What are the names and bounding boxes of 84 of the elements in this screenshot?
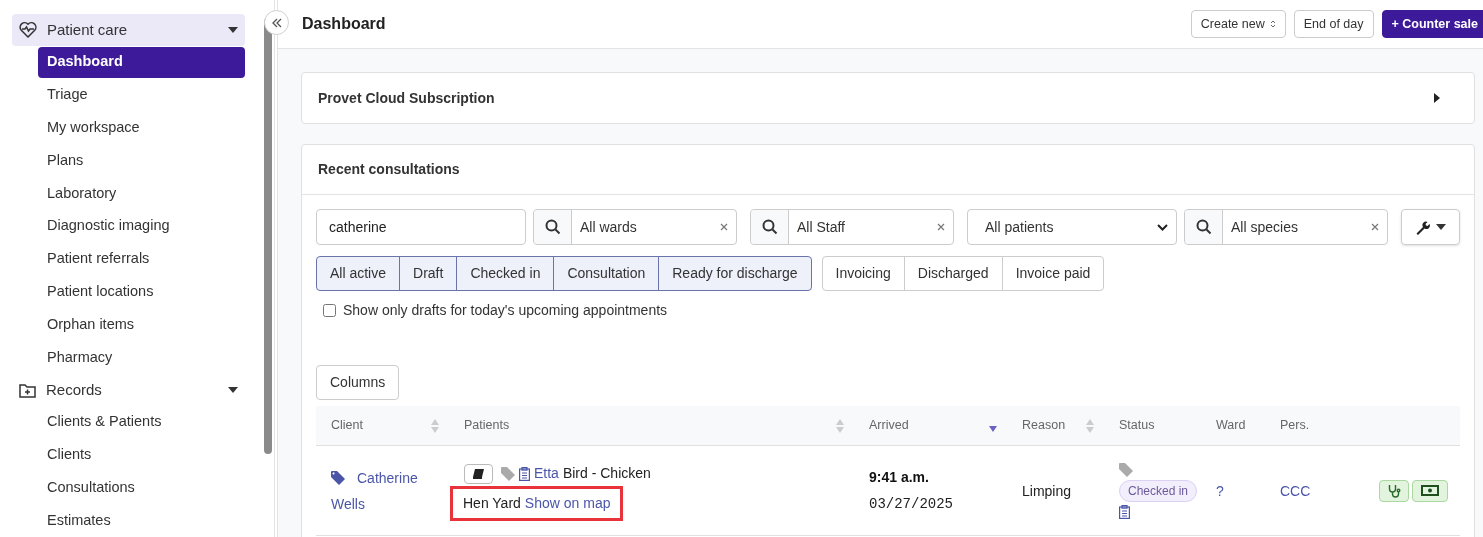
folder-plus-icon: [19, 381, 36, 398]
search-icon: [761, 219, 778, 235]
double-chevron-left-icon: [270, 16, 283, 29]
cash-button[interactable]: [1412, 479, 1448, 502]
sidebar-item[interactable]: Orphan items: [38, 309, 245, 341]
location-text: Hen Yard: [463, 494, 521, 513]
sidebar-item[interactable]: Diagnostic imaging: [38, 210, 245, 242]
banknote-icon: [1421, 485, 1439, 496]
sidebar-item[interactable]: My workspace: [38, 112, 245, 144]
column-header[interactable]: Pers.: [1280, 416, 1345, 435]
patients-select[interactable]: All patients: [967, 209, 1177, 245]
sidebar-item[interactable]: Triage: [38, 79, 245, 111]
personnel-link[interactable]: CCC: [1280, 482, 1311, 499]
sidebar-item[interactable]: Consultations: [38, 472, 245, 504]
heart-pulse-icon: [19, 21, 37, 39]
filter-combobox[interactable]: All species: [1184, 209, 1388, 245]
status-filter-button[interactable]: Invoice paid: [1001, 256, 1105, 291]
stethoscope-button[interactable]: [1379, 479, 1409, 502]
filter-combobox[interactable]: All Staff: [750, 209, 954, 245]
header-button[interactable]: Create new: [1190, 10, 1286, 38]
sidebar-item[interactable]: Estimates: [38, 505, 245, 536]
search-field[interactable]: catherine: [316, 209, 526, 245]
caret-down-icon: [228, 26, 238, 33]
sidebar-item[interactable]: Clients: [38, 439, 245, 471]
caret-right-icon: [1434, 93, 1440, 103]
patient-species: Bird - Chicken: [562, 464, 651, 483]
patient-link[interactable]: Etta: [534, 463, 559, 484]
subscription-panel[interactable]: Provet Cloud Subscription: [301, 72, 1475, 124]
search-icon: [544, 219, 561, 235]
map-link[interactable]: Show on map: [524, 493, 611, 514]
header-button[interactable]: End of day: [1293, 10, 1374, 38]
sidebar-item[interactable]: Patient referrals: [38, 243, 245, 275]
page-title: Dashboard: [302, 14, 387, 34]
sidebar-item[interactable]: Laboratory: [38, 178, 245, 209]
column-header[interactable]: Status: [1119, 416, 1191, 435]
arrival-date: 03/27/2025: [869, 494, 954, 514]
status-badge: Checked in: [1119, 479, 1198, 502]
notebook-button[interactable]: [464, 463, 493, 484]
tag-icon: [1119, 462, 1133, 477]
panel-title: Recent consultations: [318, 160, 460, 179]
status-filter-button[interactable]: Draft: [399, 256, 458, 291]
status-filter-button[interactable]: All active: [316, 256, 401, 291]
column-header[interactable]: Client: [331, 416, 431, 435]
sidebar-section-header[interactable]: Records: [12, 373, 245, 406]
column-header[interactable]: Ward: [1216, 416, 1255, 435]
filter-combobox[interactable]: All wards: [533, 209, 737, 245]
status-filter-button[interactable]: Invoicing: [821, 256, 905, 291]
checkbox-label: Show only drafts for today's upcoming appointments: [343, 301, 668, 320]
counter-sale-button[interactable]: + Counter sale: [1381, 10, 1483, 38]
status-filter-button[interactable]: Consultation: [553, 256, 660, 291]
clear-icon[interactable]: [937, 223, 945, 231]
clipboard-icon: [519, 466, 530, 481]
clear-icon[interactable]: [1371, 223, 1379, 231]
status-filter-button[interactable]: Discharged: [903, 256, 1003, 291]
column-header[interactable]: Patients: [464, 416, 836, 435]
clear-icon[interactable]: [720, 223, 728, 231]
stethoscope-icon: [1387, 483, 1401, 498]
wrench-icon: [1415, 219, 1430, 235]
tag-icon: [331, 470, 345, 485]
caret-down-icon: [228, 386, 238, 393]
checkbox[interactable]: [323, 304, 336, 317]
columns-button[interactable]: Columns: [316, 365, 400, 400]
column-header[interactable]: Arrived: [869, 416, 989, 435]
status-filter-button[interactable]: Checked in: [456, 256, 555, 291]
ward-text: ?: [1216, 482, 1224, 499]
sidebar-item[interactable]: Plans: [38, 145, 245, 177]
sidebar-section-header[interactable]: Patient care: [12, 14, 245, 46]
column-header[interactable]: Reason: [1022, 416, 1086, 435]
tag-icon: [501, 466, 515, 481]
chevron-down-icon: [1157, 223, 1168, 231]
status-filter-button[interactable]: Ready for discharge: [658, 256, 812, 291]
reason-text: Limping: [1022, 482, 1072, 499]
clipboard-icon: [1119, 504, 1130, 519]
sidebar-item[interactable]: Clients & Patients: [38, 406, 245, 438]
client-link[interactable]: Catherine Wells: [331, 464, 441, 517]
sidebar-item[interactable]: Patient locations: [38, 276, 245, 308]
arrival-time: 9:41 a.m.: [869, 467, 930, 487]
sidebar-item[interactable]: Pharmacy: [38, 342, 245, 373]
caret-down-icon: [1436, 224, 1446, 230]
sidebar-item[interactable]: Dashboard: [38, 46, 245, 78]
search-icon: [1195, 219, 1212, 235]
sort-descending-icon[interactable]: [989, 425, 997, 432]
sort-caret-icon: [1269, 19, 1276, 29]
tools-dropdown-button[interactable]: [1401, 209, 1460, 245]
